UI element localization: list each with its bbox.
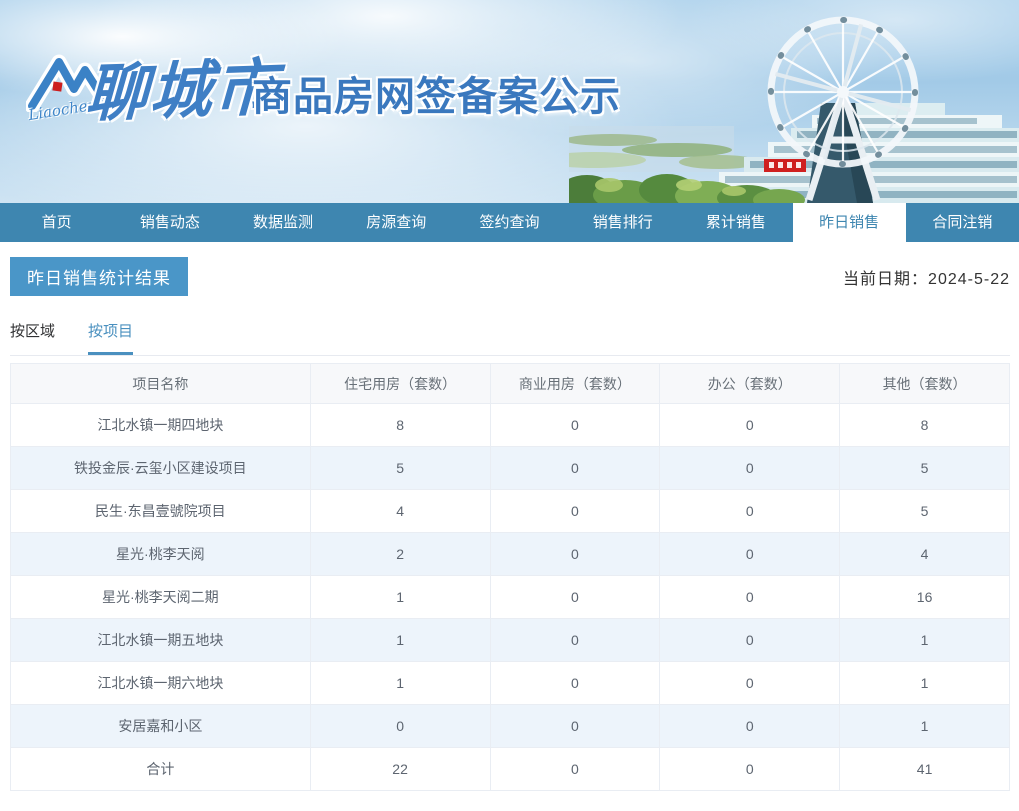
count-cell: 0 xyxy=(659,575,841,619)
count-cell: 0 xyxy=(489,575,661,619)
nav-item-5[interactable]: 签约查询 xyxy=(453,203,566,242)
site-banner: Liaocheng 聊城市 商品房网签备案公示 xyxy=(0,0,1019,203)
count-cell: 41 xyxy=(839,747,1010,791)
view-tabs: 按区域 按项目 xyxy=(10,320,1010,356)
nav-item-7[interactable]: 累计销售 xyxy=(679,203,792,242)
main-nav: 首页 销售动态 数据监测 房源查询 签约查询 销售排行 累计销售 昨日销售 合同注销 xyxy=(0,203,1019,242)
count-cell: 1 xyxy=(839,704,1010,748)
count-cell: 8 xyxy=(309,403,491,447)
main-content: 昨日销售统计结果 当前日期：2024-5-22 按区域 按项目 项目名称 住宅用房（… xyxy=(0,242,1019,791)
ferris-wheel-scenery-illustration xyxy=(569,16,1019,203)
table-row: 铁投金辰·云玺小区建设项目 5 0 0 5 xyxy=(10,446,1010,490)
project-name-cell: 江北水镇一期六地块 xyxy=(10,661,311,705)
current-date-label: 当前日期： xyxy=(843,270,929,288)
table-row: 民生·东昌壹號院项目 4 0 0 5 xyxy=(10,489,1010,533)
count-cell: 16 xyxy=(839,575,1010,619)
count-cell: 1 xyxy=(309,618,491,662)
count-cell: 0 xyxy=(309,704,491,748)
count-cell: 0 xyxy=(659,532,841,576)
brand-city-name: 聊城市 xyxy=(84,53,280,130)
table-header-row: 项目名称 住宅用房（套数） 商业用房（套数） 办公（套数） 其他（套数） xyxy=(10,363,1010,404)
count-cell: 0 xyxy=(659,446,841,490)
brand-site-title: 商品房网签备案公示 xyxy=(252,75,621,119)
count-cell: 5 xyxy=(309,446,491,490)
count-cell: 8 xyxy=(839,403,1010,447)
count-cell: 0 xyxy=(659,403,841,447)
table-row: 安居嘉和小区 0 0 0 1 xyxy=(10,704,1010,748)
project-name-cell: 星光·桃李天阅二期 xyxy=(10,575,311,619)
count-cell: 4 xyxy=(309,489,491,533)
count-cell: 0 xyxy=(659,489,841,533)
count-cell: 0 xyxy=(489,661,661,705)
column-header-4: 办公（套数） xyxy=(659,363,841,404)
count-cell: 0 xyxy=(489,489,661,533)
count-cell: 0 xyxy=(489,618,661,662)
column-header-2: 住宅用房（套数） xyxy=(309,363,491,404)
nav-item-2[interactable]: 销售动态 xyxy=(113,203,226,242)
column-header-3: 商业用房（套数） xyxy=(489,363,661,404)
count-cell: 5 xyxy=(839,446,1010,490)
nav-item-1[interactable]: 首页 xyxy=(0,203,113,242)
project-name-cell: 星光·桃李天阅 xyxy=(10,532,311,576)
count-cell: 1 xyxy=(309,661,491,705)
title-row: 昨日销售统计结果 当前日期：2024-5-22 xyxy=(10,257,1010,296)
count-cell: 4 xyxy=(839,532,1010,576)
current-date: 当前日期：2024-5-22 xyxy=(843,265,1010,289)
count-cell: 5 xyxy=(839,489,1010,533)
table-row: 星光·桃李天阅 2 0 0 4 xyxy=(10,532,1010,576)
count-cell: 1 xyxy=(839,661,1010,705)
table-row: 江北水镇一期四地块 8 0 0 8 xyxy=(10,403,1010,447)
count-cell: 0 xyxy=(489,446,661,490)
column-header-1: 项目名称 xyxy=(10,363,311,404)
nav-item-6[interactable]: 销售排行 xyxy=(566,203,679,242)
tab-1[interactable]: 按区域 xyxy=(10,320,55,355)
page: Liaocheng 聊城市 商品房网签备案公示 首页 销售动态 数据监测 房源查询 签约… xyxy=(0,0,1019,811)
count-cell: 22 xyxy=(309,747,491,791)
current-date-value: 2024-5-22 xyxy=(928,270,1010,288)
count-cell: 0 xyxy=(659,618,841,662)
table-row: 星光·桃李天阅二期 1 0 0 16 xyxy=(10,575,1010,619)
nav-item-9[interactable]: 合同注销 xyxy=(906,203,1019,242)
count-cell: 1 xyxy=(839,618,1010,662)
count-cell: 0 xyxy=(489,747,661,791)
project-name-cell: 安居嘉和小区 xyxy=(10,704,311,748)
project-name-cell: 江北水镇一期五地块 xyxy=(10,618,311,662)
nav-item-3[interactable]: 数据监测 xyxy=(226,203,339,242)
project-name-cell: 铁投金辰·云玺小区建设项目 xyxy=(10,446,311,490)
table-row: 江北水镇一期五地块 1 0 0 1 xyxy=(10,618,1010,662)
count-cell: 0 xyxy=(659,747,841,791)
project-name-cell: 江北水镇一期四地块 xyxy=(10,403,311,447)
project-name-cell: 民生·东昌壹號院项目 xyxy=(10,489,311,533)
table-row: 江北水镇一期六地块 1 0 0 1 xyxy=(10,661,1010,705)
tab-2[interactable]: 按项目 xyxy=(88,320,134,355)
count-cell: 0 xyxy=(489,704,661,748)
table-row-total: 合计 22 0 0 41 xyxy=(10,747,1010,791)
count-cell: 0 xyxy=(659,704,841,748)
count-cell: 0 xyxy=(659,661,841,705)
nav-item-8[interactable]: 昨日销售 xyxy=(792,203,906,242)
section-title-badge: 昨日销售统计结果 xyxy=(10,257,188,296)
count-cell: 2 xyxy=(309,532,491,576)
column-header-5: 其他（套数） xyxy=(839,363,1010,404)
nav-item-4[interactable]: 房源查询 xyxy=(340,203,453,242)
project-name-cell: 合计 xyxy=(10,747,311,791)
count-cell: 1 xyxy=(309,575,491,619)
count-cell: 0 xyxy=(489,403,661,447)
count-cell: 0 xyxy=(489,532,661,576)
sales-statistics-table: 项目名称 住宅用房（套数） 商业用房（套数） 办公（套数） 其他（套数） 江北水镇一期四… xyxy=(10,363,1010,791)
